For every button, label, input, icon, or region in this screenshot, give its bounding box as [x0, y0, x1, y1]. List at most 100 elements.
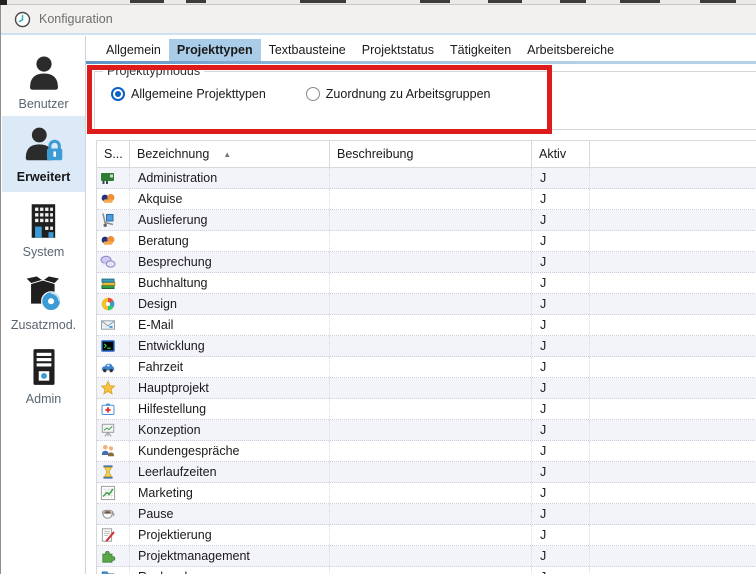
column-header-bezeichnung[interactable]: Bezeichnung ▲ — [130, 141, 330, 168]
car-icon — [97, 357, 130, 377]
table-row[interactable]: Projektmanagement J — [97, 546, 756, 567]
bezeichnung-cell: Hauptprojekt — [130, 378, 330, 398]
title-bar[interactable]: Konfiguration — [1, 5, 756, 35]
handshake-icon — [97, 189, 130, 209]
table-row[interactable]: ProjektierungJ — [97, 525, 756, 546]
sidebar-item-label: Benutzer — [18, 97, 68, 111]
aktiv-cell: J — [532, 294, 590, 314]
column-header-beschreibung[interactable]: Beschreibung — [330, 141, 532, 168]
sidebar-item-system[interactable]: System — [2, 194, 85, 266]
bezeichnung-cell: E-Mail — [130, 315, 330, 335]
bezeichnung-cell: Kundengespräche — [130, 441, 330, 461]
aktiv-cell: J — [532, 357, 590, 377]
sidebar-item-zusatzmod[interactable]: Zusatzmod. — [2, 266, 85, 338]
aktiv-cell: J — [532, 315, 590, 335]
beschreibung-cell — [330, 252, 532, 272]
tab-textbausteine[interactable]: Textbausteine — [261, 39, 354, 61]
beschreibung-cell — [330, 378, 532, 398]
sidebar-item-label: Erweitert — [17, 170, 71, 184]
beschreibung-cell — [330, 168, 532, 188]
tab-taetigkeiten[interactable]: Tätigkeiten — [442, 39, 519, 61]
table-row[interactable]: FahrzeitJ — [97, 357, 756, 378]
table-row[interactable]: BesprechungJ — [97, 252, 756, 273]
search-document-icon — [97, 567, 130, 574]
filler-cell — [590, 210, 756, 230]
filler-cell — [590, 567, 756, 574]
aktiv-cell: J — [532, 525, 590, 545]
delivery-icon — [97, 210, 130, 230]
table-row[interactable]: KundengesprächeJ — [97, 441, 756, 462]
aktiv-cell: J — [532, 420, 590, 440]
aktiv-cell: J — [532, 567, 590, 574]
table-row[interactable]: Hauptprojekt J — [97, 378, 756, 399]
filler-cell — [590, 231, 756, 251]
projekttypmodus-groupbox: Projekttypmodus Allgemeine Projekttypen … — [94, 64, 756, 130]
beschreibung-cell — [330, 189, 532, 209]
filler-cell — [590, 441, 756, 461]
tab-allgemein[interactable]: Allgemein — [98, 39, 169, 61]
filler-cell — [590, 336, 756, 356]
color-wheel-icon — [97, 294, 130, 314]
tab-projekttypen[interactable]: Projekttypen — [169, 39, 261, 61]
aktiv-cell: J — [532, 378, 590, 398]
beschreibung-cell — [330, 567, 532, 574]
bezeichnung-cell: Beratung — [130, 231, 330, 251]
bezeichnung-cell: Design — [130, 294, 330, 314]
beschreibung-cell — [330, 420, 532, 440]
table-row[interactable]: Pause J — [97, 504, 756, 525]
beschreibung-cell — [330, 357, 532, 377]
table-row[interactable]: EntwicklungJ — [97, 336, 756, 357]
radio-allgemeine-projekttypen[interactable]: Allgemeine Projekttypen — [111, 87, 266, 101]
beschreibung-cell — [330, 231, 532, 251]
column-header-symbol[interactable]: S... — [97, 141, 130, 168]
aktiv-cell: J — [532, 546, 590, 566]
window-title: Konfiguration — [39, 12, 113, 26]
radio-label: Allgemeine Projekttypen — [131, 87, 266, 101]
filler-cell — [590, 546, 756, 566]
addon-box-icon — [24, 273, 64, 313]
bezeichnung-cell: Marketing — [130, 483, 330, 503]
beschreibung-cell — [330, 294, 532, 314]
beschreibung-cell — [330, 546, 532, 566]
tab-arbeitsbereiche[interactable]: Arbeitsbereiche — [519, 39, 622, 61]
column-header-aktiv[interactable]: Aktiv — [532, 141, 590, 168]
beschreibung-cell — [330, 210, 532, 230]
table-row[interactable]: LeerlaufzeitenJ — [97, 462, 756, 483]
table-row[interactable]: Design J — [97, 294, 756, 315]
aktiv-cell: J — [532, 273, 590, 293]
table-row[interactable]: E-Mail J — [97, 315, 756, 336]
aktiv-cell: J — [532, 168, 590, 188]
tab-projektstatus[interactable]: Projektstatus — [354, 39, 442, 61]
bezeichnung-cell: Pause — [130, 504, 330, 524]
envelope-icon — [97, 315, 130, 335]
table-row[interactable]: AdministrationJ — [97, 168, 756, 189]
star-icon — [97, 378, 130, 398]
chart-icon — [97, 483, 130, 503]
bezeichnung-cell: Hilfestellung — [130, 399, 330, 419]
aktiv-cell: J — [532, 504, 590, 524]
table-row[interactable]: KonzeptionJ — [97, 420, 756, 441]
clock-icon — [14, 11, 31, 28]
bezeichnung-cell: Buchhaltung — [130, 273, 330, 293]
puzzle-icon — [97, 546, 130, 566]
beschreibung-cell — [330, 483, 532, 503]
table-row[interactable]: AkquiseJ — [97, 189, 756, 210]
beschreibung-cell — [330, 441, 532, 461]
table-row[interactable]: AuslieferungJ — [97, 210, 756, 231]
filler-cell — [590, 525, 756, 545]
sidebar-item-erweitert[interactable]: Erweitert — [2, 116, 85, 192]
table-row[interactable]: HilfestellungJ — [97, 399, 756, 420]
bezeichnung-cell: Projektmanagement — [130, 546, 330, 566]
presentation-icon — [97, 420, 130, 440]
table-row[interactable]: Buchhaltung J — [97, 273, 756, 294]
table-row[interactable]: RechercheJ — [97, 567, 756, 574]
aktiv-cell: J — [532, 462, 590, 482]
sidebar-item-admin[interactable]: Admin — [2, 340, 85, 412]
radio-zuordnung-arbeitsgruppen[interactable]: Zuordnung zu Arbeitsgruppen — [306, 87, 491, 101]
table-row[interactable]: BeratungJ — [97, 231, 756, 252]
table-row[interactable]: MarketingJ — [97, 483, 756, 504]
console-icon — [97, 336, 130, 356]
user-lock-icon — [24, 125, 64, 165]
sidebar: Benutzer Erweitert — [2, 36, 86, 574]
sidebar-item-benutzer[interactable]: Benutzer — [2, 50, 85, 114]
